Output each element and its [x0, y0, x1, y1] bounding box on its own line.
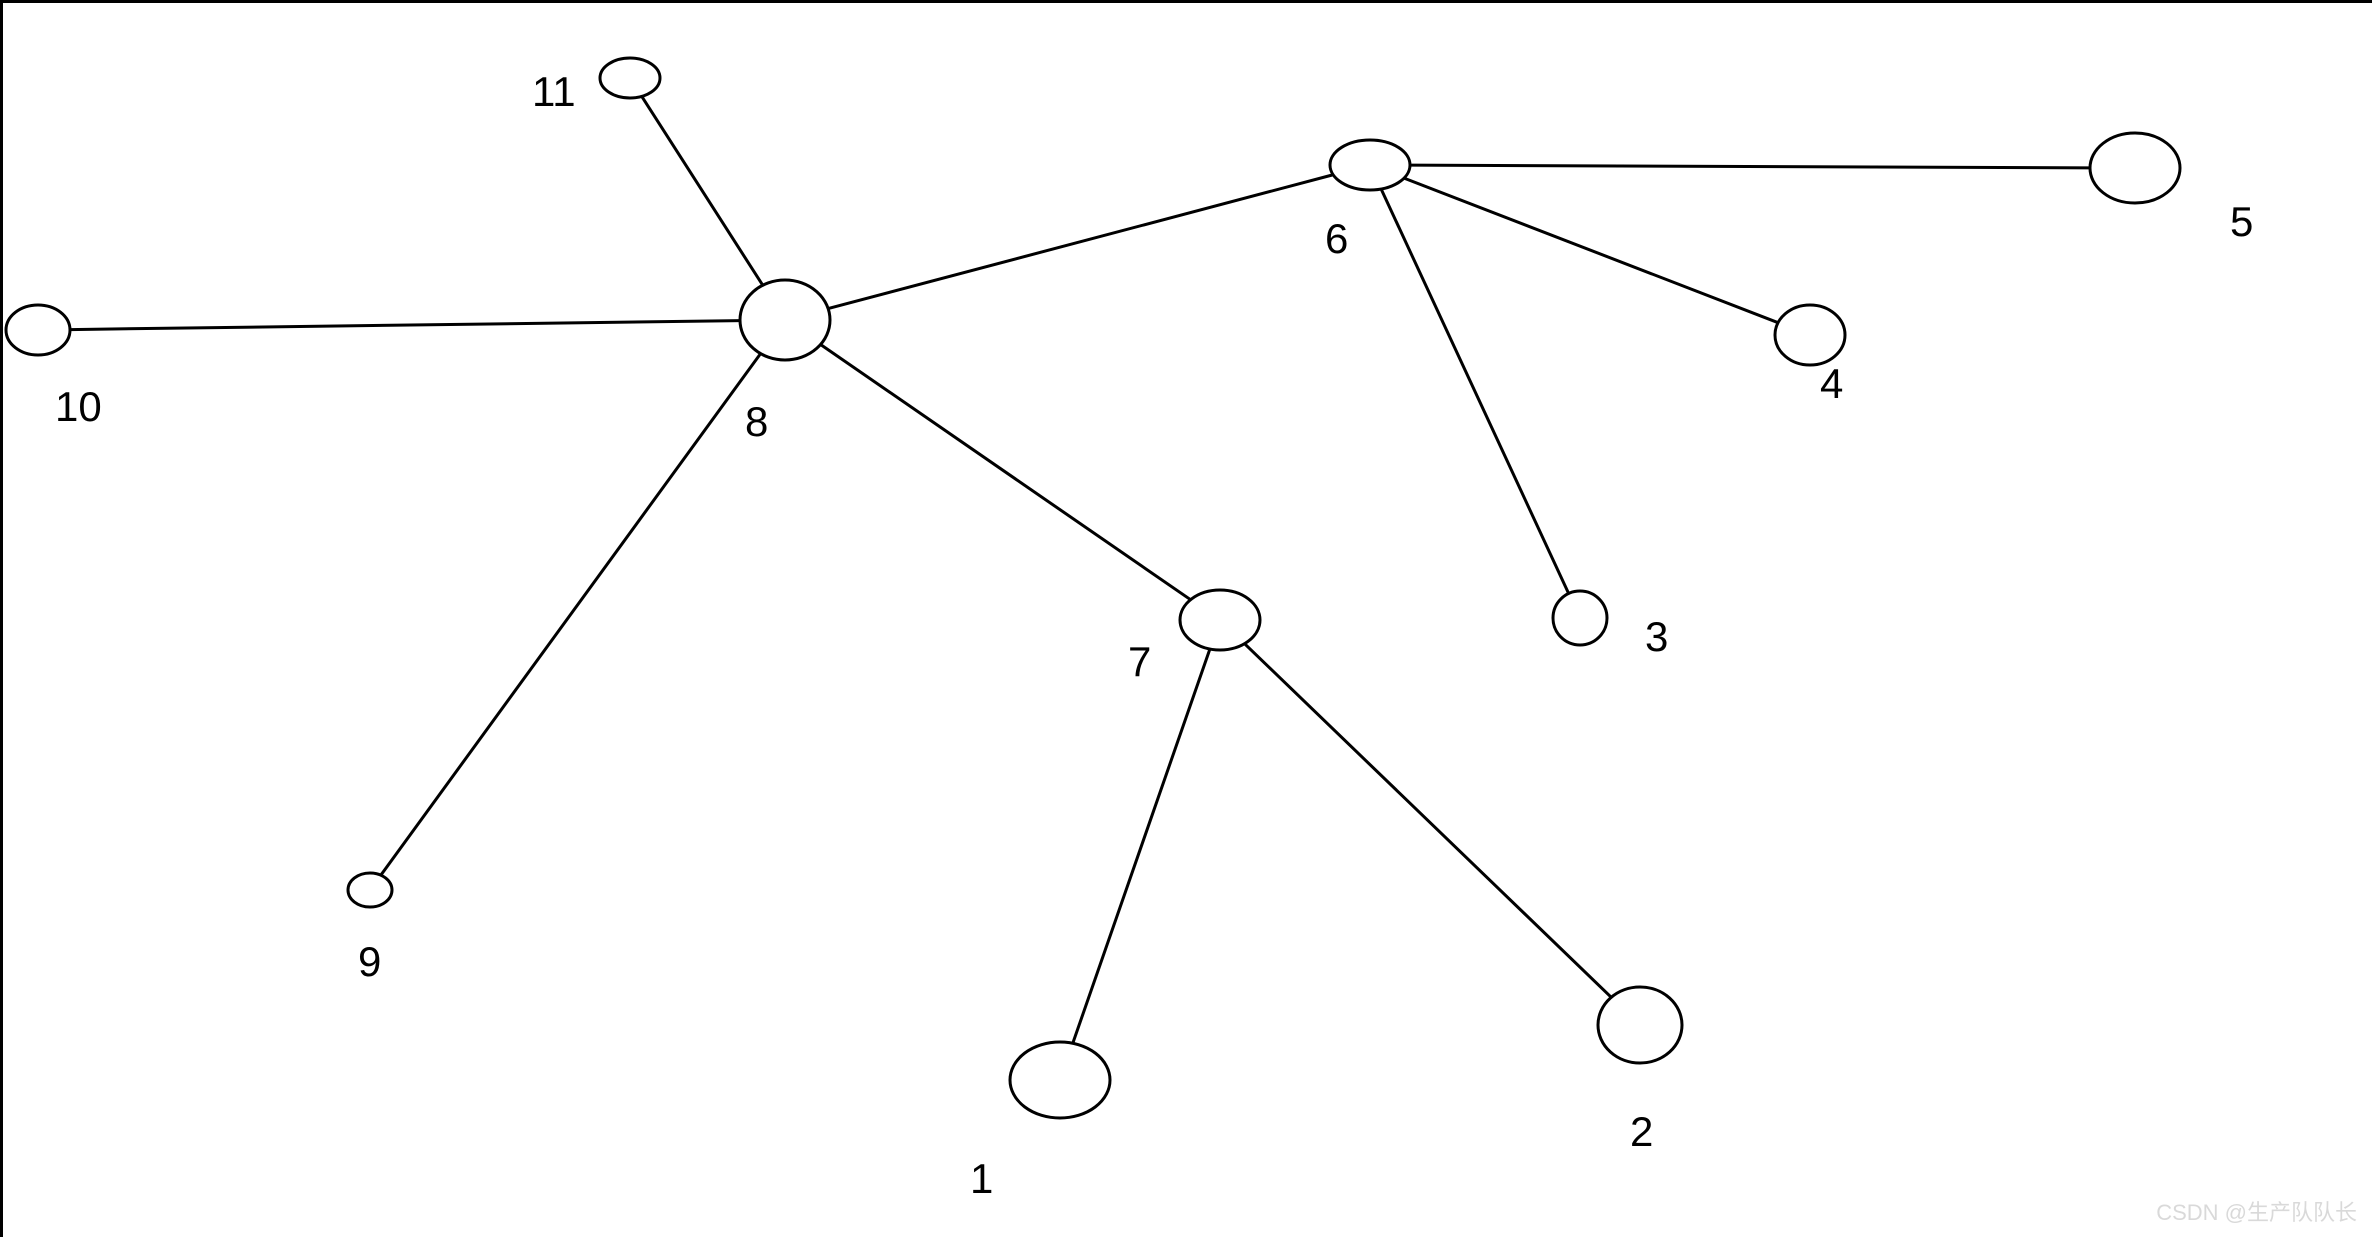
node-label-6: 6: [1325, 215, 1348, 263]
edge-6-3: [1381, 189, 1569, 593]
edge-6-4: [1404, 178, 1778, 323]
edge-8-9: [381, 354, 761, 876]
node-11: [600, 58, 660, 98]
node-1: [1010, 1042, 1110, 1118]
node-6: [1330, 140, 1410, 190]
node-2: [1598, 987, 1682, 1063]
edge-7-2: [1245, 644, 1612, 998]
node-label-9: 9: [358, 938, 381, 986]
node-label-5: 5: [2230, 198, 2253, 246]
edge-8-10: [70, 321, 740, 330]
graph-canvas: [0, 0, 2372, 1237]
node-label-1: 1: [970, 1155, 993, 1203]
edge-8-7: [821, 345, 1191, 600]
node-label-4: 4: [1820, 360, 1843, 408]
node-label-2: 2: [1630, 1108, 1653, 1156]
edge-8-11: [642, 96, 763, 285]
node-label-11: 11: [532, 68, 576, 116]
node-7: [1180, 590, 1260, 650]
node-label-3: 3: [1645, 613, 1668, 661]
node-5: [2090, 133, 2180, 203]
node-9: [348, 873, 392, 907]
node-3: [1553, 591, 1607, 645]
node-label-7: 7: [1128, 638, 1151, 686]
edge-6-5: [1410, 165, 2090, 168]
edge-8-6: [828, 175, 1333, 309]
watermark-text: CSDN @生产队队长: [2156, 1195, 2357, 1227]
node-label-10: 10: [55, 383, 102, 431]
node-4: [1775, 305, 1845, 365]
node-8: [740, 280, 830, 360]
node-10: [6, 305, 70, 355]
edge-7-1: [1073, 649, 1210, 1043]
node-label-8: 8: [745, 398, 768, 446]
